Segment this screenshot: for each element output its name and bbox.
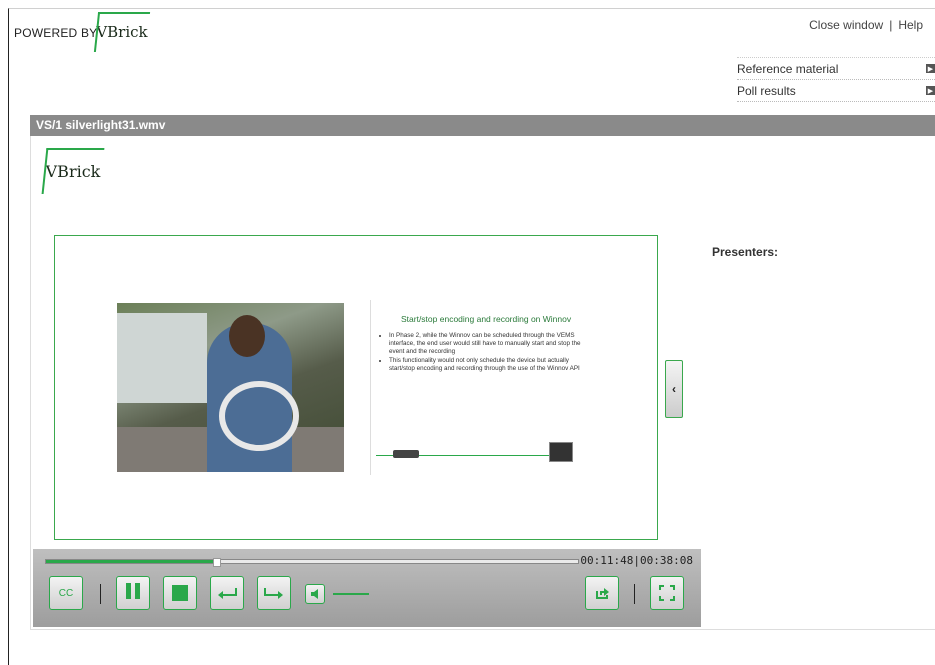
vbrick-logo-inner: VBrick [41, 148, 105, 194]
rewind-button[interactable] [210, 576, 244, 610]
player-title: VS/1 silverlight31.wmv [36, 118, 166, 132]
menu-item-reference-material[interactable]: Reference material ▶ [737, 57, 935, 80]
chevron-left-icon: ‹ [672, 382, 676, 396]
top-links: Close window | Help [809, 18, 923, 32]
mute-button[interactable] [305, 584, 325, 604]
fullscreen-icon [659, 585, 675, 601]
menu-item-label: Poll results [737, 83, 796, 98]
cc-label: CC [58, 587, 74, 599]
close-window-link[interactable]: Close window [809, 18, 883, 32]
presenters-label: Presenters: [712, 245, 779, 259]
fullscreen-button[interactable] [650, 576, 684, 610]
speaker-icon [311, 589, 318, 599]
forward-arrow-icon [264, 588, 283, 599]
volume-slider[interactable] [333, 593, 369, 595]
slide-title: Start/stop encoding and recording on Win… [401, 314, 572, 324]
encoder-device-image [393, 450, 419, 458]
video-frame[interactable] [117, 303, 344, 472]
pause-button[interactable] [116, 576, 150, 610]
collapse-panel-button[interactable]: ‹ [665, 360, 683, 418]
seek-knob[interactable] [213, 558, 222, 567]
seek-bar[interactable] [45, 558, 579, 567]
pause-icon [124, 582, 142, 604]
popout-button[interactable] [585, 576, 619, 610]
player-title-bar: VS/1 silverlight31.wmv [30, 115, 935, 136]
vbrick-logo: VBrick [93, 12, 151, 52]
forward-button[interactable] [257, 576, 291, 610]
seek-bar-fill [46, 560, 217, 563]
arrow-right-icon: ▶ [926, 86, 935, 95]
slide-bullet: In Phase 2, while the Winnov can be sche… [389, 332, 594, 356]
share-icon [596, 588, 609, 599]
powered-by-label: POWERED BY [14, 26, 98, 40]
presentation-slide: Start/stop encoding and recording on Win… [370, 300, 599, 475]
slide-bullet: This functionality would not only schedu… [389, 357, 594, 373]
control-divider [100, 584, 101, 604]
back-arrow-icon [218, 588, 237, 599]
stop-button[interactable] [163, 576, 197, 610]
player-controls: 00:11:48|00:38:08 CC [33, 549, 701, 627]
menu-item-poll-results[interactable]: Poll results ▶ [737, 80, 935, 102]
help-link[interactable]: Help [898, 18, 923, 32]
slide-bullets: In Phase 2, while the Winnov can be sche… [379, 332, 594, 374]
side-menu: Reference material ▶ Poll results ▶ [737, 57, 935, 102]
cc-button[interactable]: CC [49, 576, 83, 610]
link-separator: | [889, 18, 893, 32]
arrow-right-icon: ▶ [926, 64, 935, 73]
computer-image [549, 442, 573, 462]
control-divider [634, 584, 635, 604]
menu-item-label: Reference material [737, 61, 839, 76]
time-display: 00:11:48|00:38:08 [580, 554, 693, 567]
stop-icon [172, 585, 188, 601]
